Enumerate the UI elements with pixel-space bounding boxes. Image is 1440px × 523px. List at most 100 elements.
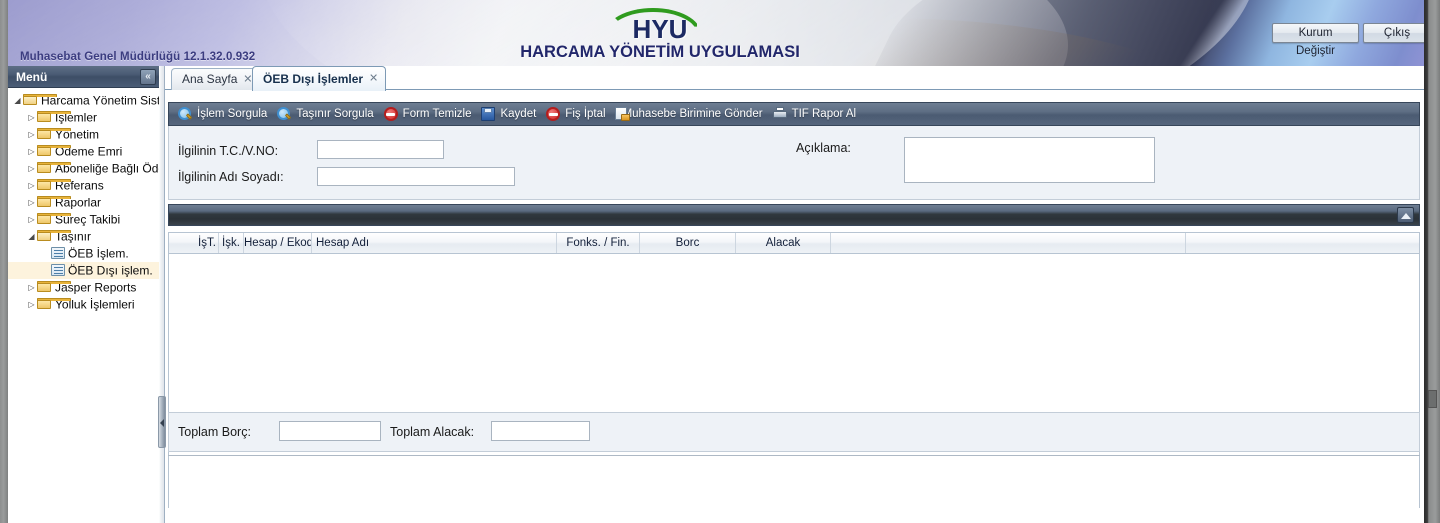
close-icon[interactable]: ✕ <box>368 73 379 85</box>
toolbar-button-muhasebe-birimine-g-nder[interactable]: Muhasebe Birimine Gönder <box>613 103 770 125</box>
tree-item[interactable]: ▷ Süreç Takibi <box>8 211 159 228</box>
tree-item[interactable]: ÖEB İşlem. <box>8 245 159 262</box>
tree-item[interactable]: ÖEB Dışı işlem. <box>8 262 159 279</box>
tab-oeb-disi-islemler[interactable]: ÖEB Dışı İşlemler ✕ <box>252 66 387 91</box>
panel-splitter[interactable] <box>158 66 166 523</box>
action-toolbar: İşlem Sorgula Taşınır Sorgula Form Temizle… <box>168 102 1420 126</box>
logo-subtitle: HARCAMA YÖNETİM UYGULAMASI <box>520 43 800 61</box>
search-form-panel: İlgilinin T.C./V.NO: İlgilinin Adı Soyad… <box>168 126 1420 200</box>
tree-item[interactable]: ▷ İşlemler <box>8 109 159 126</box>
tc-vno-input[interactable] <box>317 140 444 159</box>
tree-item[interactable]: ◢ Taşınır <box>8 228 159 245</box>
window-left-edge <box>0 0 8 523</box>
folder-icon <box>37 196 71 208</box>
toolbar-button-form-temizle[interactable]: Form Temizle <box>381 103 479 125</box>
toolbar-button-label: Taşınır Sorgula <box>296 108 374 120</box>
tree-item[interactable]: ▷ Referans <box>8 177 159 194</box>
scrollbar-thumb[interactable] <box>1428 390 1437 408</box>
tree-item-label: ÖEB İşlem. <box>68 246 129 261</box>
toolbar-button-tif-rapor-al[interactable]: TIF Rapor Al <box>770 103 864 125</box>
toolbar-button-fi-i-ptal[interactable]: Fiş İptal <box>543 103 612 125</box>
total-credit-label: Toplam Alacak: <box>390 425 475 439</box>
tree-toggle-icon[interactable]: ▷ <box>26 194 37 211</box>
description-textarea[interactable] <box>904 137 1155 183</box>
toolbar-button-label: Kaydet <box>500 108 537 120</box>
save-icon <box>480 106 496 122</box>
name-surname-input[interactable] <box>317 167 515 186</box>
totals-panel: Toplam Borç: Toplam Alacak: <box>168 412 1420 452</box>
collapse-menu-icon[interactable]: « <box>140 69 156 85</box>
forbid-icon <box>545 106 561 122</box>
application-window: Muhasebat Genel Müdürlüğü 12.1.32.0.932 … <box>0 0 1440 523</box>
total-debit-input[interactable] <box>279 421 381 441</box>
grid-column-header[interactable]: Fonks. / Fin. <box>557 233 640 253</box>
grid-column-header[interactable]: Alacak <box>736 233 831 253</box>
tree-toggle-icon[interactable]: ◢ <box>12 92 23 109</box>
tree-item[interactable]: ▷ Yönetim <box>8 126 159 143</box>
search-icon <box>177 106 193 122</box>
bottom-divider <box>168 455 1420 456</box>
grid-column-header[interactable]: Borc <box>640 233 736 253</box>
tree-item[interactable]: ▷ Jasper Reports <box>8 279 159 296</box>
tree-item-label: Harcama Yönetim Sistemi <box>41 93 159 108</box>
panel-collapse-bar <box>168 204 1420 226</box>
folder-icon <box>37 213 71 225</box>
logo-title: HYU <box>632 14 688 44</box>
tree-item[interactable]: ▷ Raporlar <box>8 194 159 211</box>
tree-toggle-icon[interactable]: ▷ <box>26 126 37 143</box>
total-credit-input[interactable] <box>491 421 590 441</box>
print-icon <box>772 106 788 122</box>
splitter-grip-handle[interactable] <box>158 396 166 448</box>
tree-toggle-icon[interactable]: ▷ <box>26 143 37 160</box>
tab-strip: Ana Sayfa ✕ ÖEB Dışı İşlemler ✕ <box>165 66 1424 91</box>
tree-item[interactable]: ▷ Ödeme Emri <box>8 143 159 160</box>
tree-toggle-icon[interactable]: ▷ <box>26 279 37 296</box>
transactions-grid: İşT. İşk. Hesap / Ekod Hesap Adı Fonks. / Fi… <box>168 232 1420 508</box>
document-icon <box>51 264 65 276</box>
app-version-label: Muhasebat Genel Müdürlüğü 12.1.32.0.932 <box>20 51 256 63</box>
toolbar-button-label: TIF Rapor Al <box>791 108 857 120</box>
tree-item[interactable]: ▷ Yolluk İşlemleri <box>8 296 159 313</box>
folder-open-icon <box>37 230 71 242</box>
tree-toggle-icon[interactable]: ▷ <box>26 109 37 126</box>
navigation-tree[interactable]: ◢ Harcama Yönetim Sistemi▷İşlemler▷Yöneti… <box>8 88 159 523</box>
tree-toggle-icon[interactable]: ▷ <box>26 296 37 313</box>
tab-ana-sayfa[interactable]: Ana Sayfa ✕ <box>171 68 261 90</box>
grid-column-header[interactable] <box>831 233 1186 253</box>
tree-item[interactable]: ◢ Harcama Yönetim Sistemi <box>8 92 159 109</box>
collapse-up-icon[interactable] <box>1397 207 1414 223</box>
toolbar-button-i-lem-sorgula[interactable]: İşlem Sorgula <box>175 103 274 125</box>
name-surname-label: İlgilinin Adı Soyadı: <box>178 170 284 184</box>
app-header-banner: Muhasebat Genel Müdürlüğü 12.1.32.0.932 … <box>8 0 1424 66</box>
grid-column-header[interactable]: İşT. <box>196 233 219 253</box>
grid-column-header[interactable]: İşk. <box>219 233 244 253</box>
grid-column-header[interactable]: Hesap Adı <box>312 233 557 253</box>
tab-content-panel: İşlem Sorgula Taşınır Sorgula Form Temizle… <box>165 91 1424 523</box>
tab-label: Ana Sayfa <box>182 72 238 86</box>
toolbar-button-label: İşlem Sorgula <box>197 108 268 120</box>
vertical-scrollbar[interactable] <box>1424 0 1440 523</box>
app-logo: HYU HARCAMA YÖNETİM UYGULAMASI <box>505 2 815 62</box>
toolbar-button-kaydet[interactable]: Kaydet <box>478 103 543 125</box>
forbid-icon <box>383 106 399 122</box>
tree-toggle-icon[interactable]: ▷ <box>26 177 37 194</box>
tree-toggle-icon[interactable]: ▷ <box>26 211 37 228</box>
change-institution-button[interactable]: Kurum Değiştir <box>1272 23 1359 57</box>
logout-button[interactable]: Çıkış <box>1363 23 1424 43</box>
menu-panel: Menü « ◢ Harcama Yönetim Sistemi▷İşlemler… <box>8 66 160 523</box>
tree-item[interactable]: ▷Aboneliğe Bağlı Ödemeler <box>8 160 159 177</box>
tree-toggle-icon[interactable]: ◢ <box>26 228 37 245</box>
toolbar-button-label: Fiş İptal <box>565 108 606 120</box>
grid-column-header[interactable]: Hesap / Ekod <box>244 233 312 253</box>
description-label: Açıklama: <box>796 141 851 155</box>
grid-body[interactable] <box>169 254 1419 508</box>
menu-title: Menü <box>16 70 48 84</box>
folder-icon <box>37 179 71 191</box>
folder-open-icon <box>23 94 57 106</box>
tree-toggle-icon[interactable]: ▷ <box>26 160 37 177</box>
folder-icon <box>37 111 71 123</box>
folder-icon <box>37 281 71 293</box>
toolbar-button-ta-n-r-sorgula[interactable]: Taşınır Sorgula <box>274 103 380 125</box>
toolbar-button-label: Form Temizle <box>402 108 472 120</box>
folder-icon <box>37 162 71 174</box>
